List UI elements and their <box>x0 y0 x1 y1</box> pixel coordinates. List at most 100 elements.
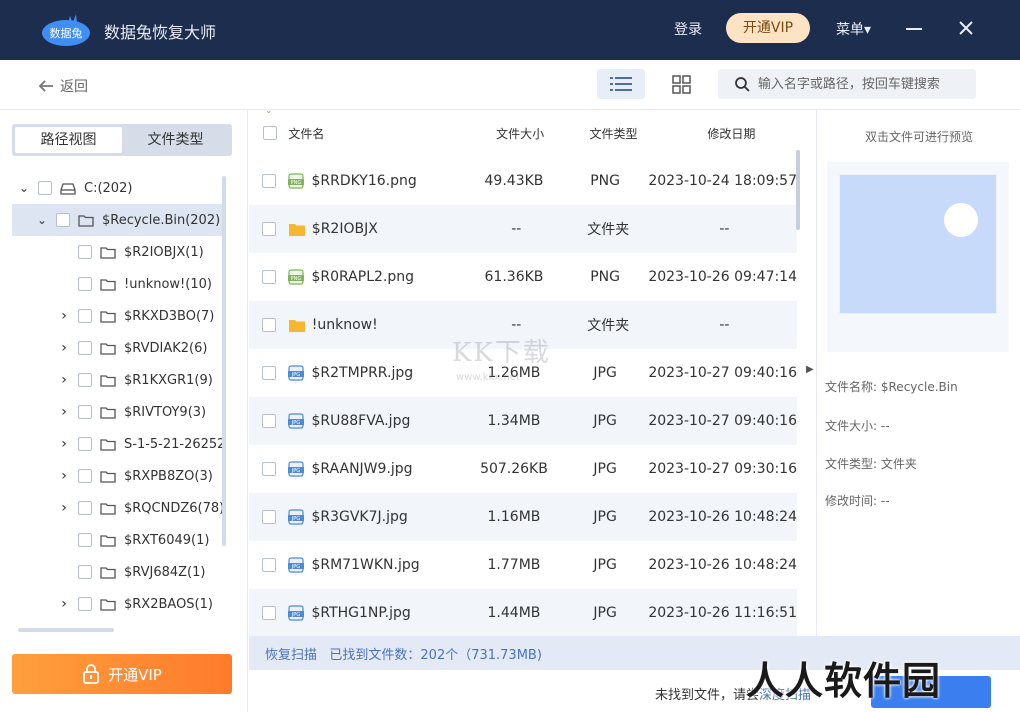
tree-item[interactable]: ⌄ C:(202) <box>12 172 226 204</box>
row-checkbox[interactable] <box>262 462 277 476</box>
svg-text:JPG: JPG <box>291 372 300 378</box>
row-checkbox[interactable] <box>262 366 277 380</box>
row-checkbox[interactable] <box>262 606 277 620</box>
expand-arrow-icon[interactable]: › <box>58 308 70 324</box>
table-row[interactable]: JPG $RU88FVA.jpg 1.34MB JPG 2023-10-27 09:40… <box>249 397 797 445</box>
sort-caret-icon: ⌄ <box>265 106 273 116</box>
tree-checkbox[interactable] <box>38 181 52 195</box>
expand-arrow-icon[interactable]: ⌄ <box>36 213 48 227</box>
expand-arrow-icon[interactable]: › <box>58 436 70 452</box>
tree-item[interactable]: › $R1KXGR1(9) <box>12 364 226 396</box>
tree-item[interactable]: $R2IOBJX(1) <box>12 236 226 268</box>
folder-icon <box>100 406 116 419</box>
svg-text:JPG: JPG <box>291 468 300 474</box>
folder-icon <box>100 438 116 451</box>
tree-checkbox[interactable] <box>78 469 92 483</box>
row-checkbox[interactable] <box>262 510 277 524</box>
tree-checkbox[interactable] <box>56 213 70 227</box>
row-checkbox[interactable] <box>262 270 277 284</box>
file-type: JPG <box>593 605 617 621</box>
folder-icon <box>100 502 116 515</box>
expand-arrow-icon[interactable]: › <box>58 404 70 420</box>
tree-checkbox[interactable] <box>78 405 92 419</box>
table-row[interactable]: $R2IOBJX -- 文件夹 -- <box>249 205 797 253</box>
menu-button[interactable]: 菜单▾ <box>836 19 871 39</box>
grid-view-button[interactable] <box>668 69 696 99</box>
expand-arrow-icon[interactable]: › <box>58 340 70 356</box>
tree-item[interactable]: › $RIVTOY9(3) <box>12 396 226 428</box>
list-scrollbar[interactable] <box>796 150 800 230</box>
row-checkbox[interactable] <box>262 558 277 572</box>
table-row[interactable]: JPG $R3GVK7J.jpg 1.16MB JPG 2023-10-26 10:48… <box>249 493 797 541</box>
tree-item[interactable]: $RXT6049(1) <box>12 524 226 556</box>
left-pane: 路径视图 文件类型 ⌄ C:(202) ⌄ $Recycle.Bin(202) $R2I… <box>0 110 248 712</box>
jpg-file-icon: JPG <box>288 365 305 381</box>
column-type[interactable]: 文件类型 <box>569 125 657 142</box>
close-icon[interactable] <box>956 18 976 38</box>
collapse-preview-icon[interactable]: ▶ <box>806 364 814 375</box>
tab-path-view[interactable]: 路径视图 <box>15 127 122 153</box>
list-header: 文件名 文件大小 文件类型 修改日期 <box>249 110 805 156</box>
tree-item[interactable]: › S-1-5-21-2625227 <box>12 428 226 460</box>
expand-arrow-icon[interactable]: › <box>58 372 70 388</box>
back-button[interactable]: 返回 <box>38 76 88 96</box>
tree-checkbox[interactable] <box>78 597 92 611</box>
tree-item[interactable]: ⌄ $Recycle.Bin(202) <box>12 204 226 236</box>
tree-item-label: $RVJ684Z(1) <box>124 564 206 580</box>
vip-button-bottom[interactable]: 开通VIP <box>12 654 232 694</box>
tree-checkbox[interactable] <box>78 437 92 451</box>
tree-checkbox[interactable] <box>78 245 92 259</box>
expand-arrow-icon[interactable]: ⌄ <box>18 181 30 195</box>
search-input[interactable] <box>757 76 976 92</box>
table-row[interactable]: JPG $RAANJW9.jpg 507.26KB JPG 2023-10-27 09:… <box>249 445 797 493</box>
table-row[interactable]: JPG $RTHG1NP.jpg 1.44MB JPG 2023-10-26 11:16… <box>249 589 797 636</box>
table-row[interactable]: PNG $R0RAPL2.png 61.36KB PNG 2023-10-26 09:4… <box>249 253 797 301</box>
row-checkbox[interactable] <box>262 222 277 236</box>
vip-button-top[interactable]: 开通VIP <box>726 13 810 43</box>
folder-icon <box>288 223 305 236</box>
jpg-file-icon: JPG <box>288 509 305 525</box>
row-checkbox[interactable] <box>262 174 277 188</box>
column-size[interactable]: 文件大小 <box>471 125 569 142</box>
column-date[interactable]: 修改日期 <box>658 125 805 142</box>
tree-item[interactable]: $RVJ684Z(1) <box>12 556 226 588</box>
app-title: 数据兔恢复大师 <box>104 23 217 42</box>
tree-checkbox[interactable] <box>78 533 92 547</box>
tree-checkbox[interactable] <box>78 341 92 355</box>
file-name: !unknow! <box>311 317 378 333</box>
logo-text: 数据兔 <box>50 26 83 40</box>
login-button[interactable]: 登录 <box>674 19 702 39</box>
tree-checkbox[interactable] <box>78 309 92 323</box>
file-type: JPG <box>593 509 617 525</box>
folder-icon <box>100 246 116 259</box>
minimize-icon[interactable] <box>906 28 922 30</box>
tree-item[interactable]: › $RXPB8ZO(3) <box>12 460 226 492</box>
tree-checkbox[interactable] <box>78 501 92 515</box>
tab-file-type[interactable]: 文件类型 <box>122 127 229 153</box>
tree-item[interactable]: › $RX2BAOS(1) <box>12 588 226 620</box>
select-all-checkbox[interactable] <box>262 126 277 140</box>
column-name[interactable]: 文件名 <box>288 125 471 142</box>
table-row[interactable]: JPG $RM71WKN.jpg 1.77MB JPG 2023-10-26 10:48… <box>249 541 797 589</box>
expand-arrow-icon[interactable]: › <box>58 500 70 516</box>
row-checkbox[interactable] <box>262 318 277 332</box>
tree-scrollbar[interactable] <box>222 176 226 546</box>
tree-checkbox[interactable] <box>78 277 92 291</box>
svg-text:JPG: JPG <box>291 612 300 618</box>
tree-item-label: $RKXD3BO(7) <box>124 308 215 324</box>
tree-horizontal-scrollbar[interactable] <box>18 628 114 632</box>
folder-icon <box>100 534 116 547</box>
list-view-button[interactable] <box>597 69 645 99</box>
file-name-cell: JPG $R3GVK7J.jpg <box>287 509 466 525</box>
expand-arrow-icon[interactable]: › <box>58 468 70 484</box>
expand-arrow-icon[interactable]: › <box>58 596 70 612</box>
row-checkbox[interactable] <box>262 414 277 428</box>
file-type: 文件夹 <box>587 222 630 238</box>
tree-checkbox[interactable] <box>78 373 92 387</box>
tree-item[interactable]: › $RQCNDZ6(78) <box>12 492 226 524</box>
tree-checkbox[interactable] <box>78 565 92 579</box>
tree-item[interactable]: › $RVDIAK2(6) <box>12 332 226 364</box>
tree-item[interactable]: › $RKXD3BO(7) <box>12 300 226 332</box>
tree-item[interactable]: !unknow!(10) <box>12 268 226 300</box>
table-row[interactable]: PNG $RRDKY16.png 49.43KB PNG 2023-10-24 18:0… <box>249 157 797 205</box>
